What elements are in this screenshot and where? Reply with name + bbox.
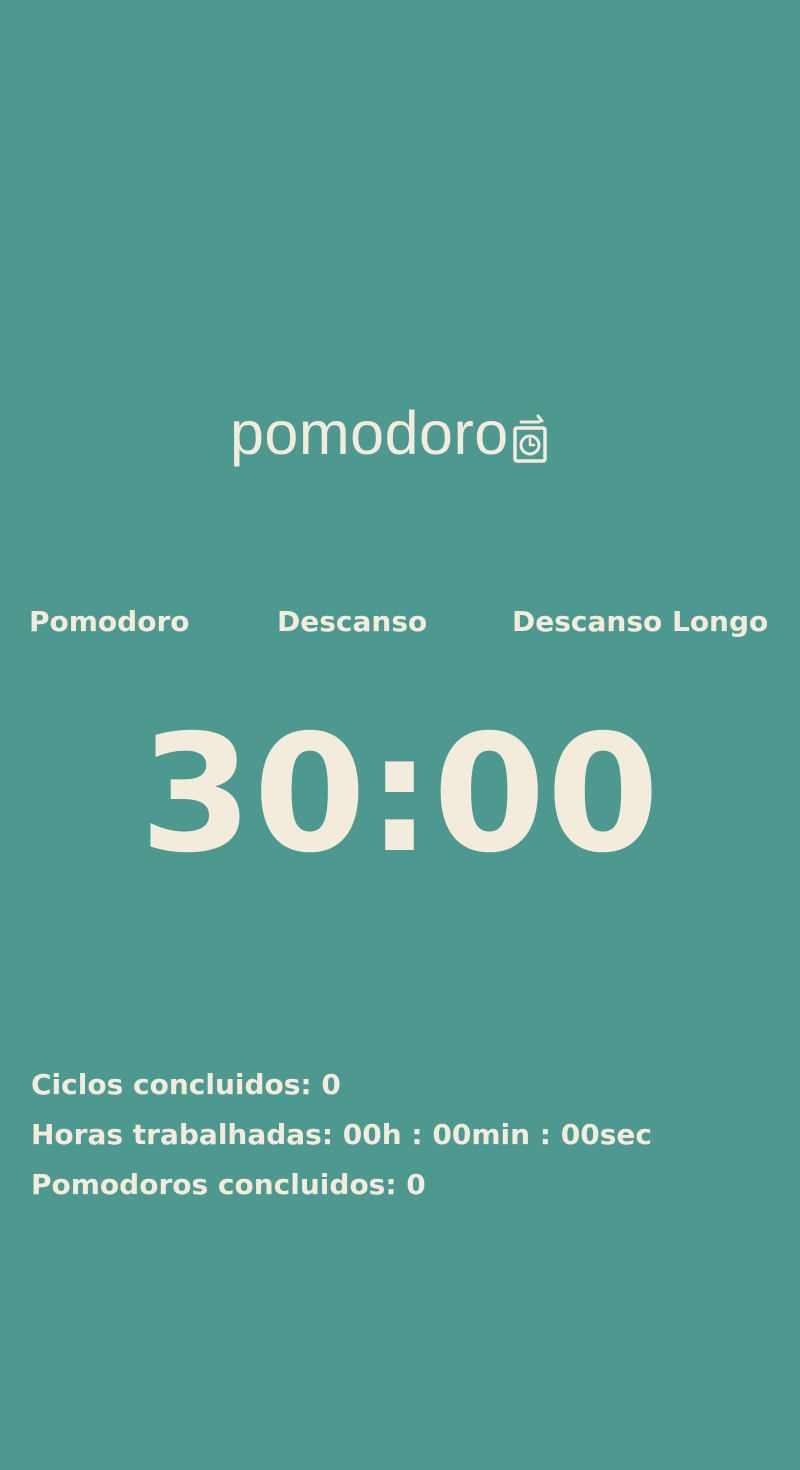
stats-panel: Ciclos concluidos: 0 Horas trabalhadas: … [31,1060,771,1210]
app-logo: pomodoro [230,398,575,464]
hours-worked: Horas trabalhadas: 00h : 00min : 00sec [31,1118,652,1151]
tab-pomodoro[interactable]: Pomodoro [29,600,190,644]
tab-break[interactable]: Descanso [277,600,427,644]
alarm-clock-icon [511,414,547,464]
cycles-completed: Ciclos concluidos: 0 [31,1068,341,1101]
pomodoros-completed: Pomodoros concluidos: 0 [31,1168,426,1201]
timer-display: 30:00 [139,701,661,889]
tab-long-break[interactable]: Descanso Longo [512,600,768,644]
mode-tabs: Pomodoro Descanso Descanso Longo [0,600,800,644]
logo-text: pomodoro [230,399,509,467]
